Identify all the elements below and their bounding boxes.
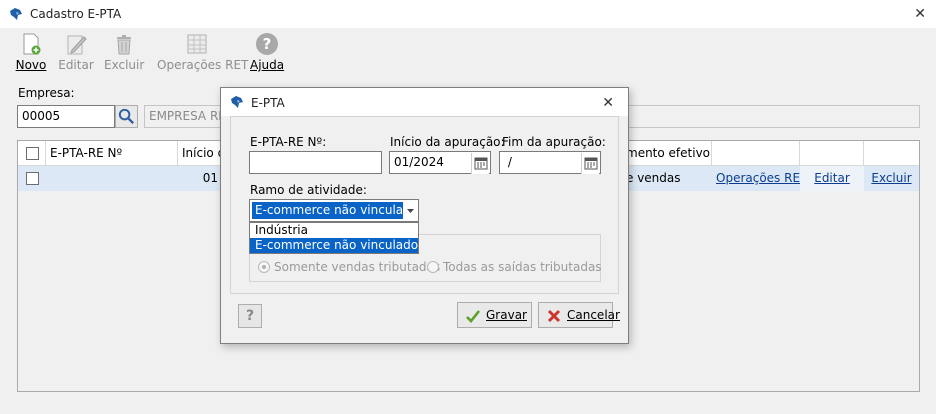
excluir-label: Excluir: [104, 58, 145, 72]
cancelar-label: Cancelar: [567, 308, 620, 322]
empresa-search-button[interactable]: [115, 105, 138, 128]
calendar-icon[interactable]: [581, 153, 599, 174]
row-inicio: 01: [202, 171, 218, 185]
col-editar: [800, 141, 864, 166]
radio-todas-saidas[interactable]: Todas as saídas tributadas: [427, 260, 602, 274]
chevron-down-icon[interactable]: [403, 200, 418, 221]
fim-apuracao-value: /: [504, 155, 512, 169]
col-epta[interactable]: E-PTA-RE Nº: [46, 141, 178, 166]
excluir-button[interactable]: Excluir: [104, 30, 144, 74]
ramo-dropdown-list: Indústria E-commerce não vinculado: [249, 222, 419, 254]
dialog-close-icon[interactable]: ✕: [602, 95, 614, 111]
cancelar-button[interactable]: Cancelar: [538, 302, 620, 328]
calendar-icon[interactable]: [471, 153, 489, 174]
dialog-title: E-PTA: [251, 96, 285, 110]
editar-label: Editar: [58, 58, 94, 72]
row-movimento: e vendas: [626, 171, 681, 185]
edit-pencil-icon: [67, 35, 87, 55]
search-icon: [118, 108, 135, 125]
col-operacoes: [712, 141, 800, 166]
row-operacoes-ret-link[interactable]: Operações RET: [712, 166, 800, 191]
ramo-atividade-select[interactable]: E-commerce não vinculado: [249, 199, 419, 222]
fim-apuracao-input[interactable]: /: [499, 151, 601, 174]
col-movimento[interactable]: mento efetivo: [622, 141, 712, 166]
window-titlebar: Cadastro E-PTA ✕: [0, 0, 936, 28]
radio-somente-vendas[interactable]: Somente vendas tributadas: [258, 260, 440, 274]
close-icon[interactable]: ✕: [914, 6, 926, 22]
inicio-apuracao-value: 01/2024: [394, 155, 444, 169]
help-icon: ?: [256, 33, 278, 55]
row-checkbox[interactable]: [26, 172, 39, 185]
col-excluir: [864, 141, 919, 166]
select-all-checkbox[interactable]: [26, 147, 39, 160]
fim-apuracao-label: Fim da apuração:: [502, 135, 606, 149]
dropdown-option-industria[interactable]: Indústria: [250, 223, 418, 238]
epta-dialog: E-PTA ✕ E-PTA-RE Nº: Início da apuração:…: [220, 87, 629, 344]
ajuda-label: Ajuda: [250, 58, 285, 72]
check-icon: [466, 310, 481, 323]
app-logo-icon: [231, 96, 243, 108]
row-editar-link[interactable]: Editar: [800, 166, 864, 191]
svg-text:?: ?: [263, 35, 272, 53]
operacoes-ret-button[interactable]: Operações RET: [157, 30, 249, 74]
novo-label: Novo: [15, 58, 47, 72]
app-logo-icon: [10, 8, 22, 20]
row-excluir-link[interactable]: Excluir: [864, 166, 919, 191]
radio-dot-icon: [258, 261, 270, 273]
window-title: Cadastro E-PTA: [30, 7, 122, 21]
gravar-label: Gravar: [486, 308, 527, 322]
dialog-titlebar: E-PTA ✕: [221, 88, 628, 116]
trash-icon: [117, 35, 131, 55]
novo-button[interactable]: Novo: [14, 30, 48, 74]
ramo-selected-value: E-commerce não vinculado: [252, 202, 403, 219]
empresa-label: Empresa:: [18, 86, 75, 100]
inicio-apuracao-label: Início da apuração:: [390, 135, 505, 149]
gravar-button[interactable]: Gravar: [457, 302, 532, 328]
ramo-atividade-label: Ramo de atividade:: [250, 183, 367, 197]
radio-todas-saidas-label: Todas as saídas tributadas: [443, 260, 602, 274]
epta-number-input[interactable]: [249, 151, 382, 174]
empresa-code-input[interactable]: 00005: [17, 105, 115, 128]
radio-somente-vendas-label: Somente vendas tributadas: [274, 260, 441, 274]
ajuda-button[interactable]: ? Ajuda: [250, 30, 284, 74]
spreadsheet-icon: [187, 34, 207, 54]
new-document-icon: [23, 33, 41, 55]
radio-dot-icon: [427, 261, 439, 273]
dropdown-option-ecommerce[interactable]: E-commerce não vinculado: [250, 238, 418, 253]
select-all-cell: [18, 141, 46, 166]
editar-button[interactable]: Editar: [58, 30, 94, 74]
operacoes-ret-label: Operações RET: [157, 58, 249, 72]
cancel-x-icon: [547, 309, 561, 323]
epta-label: E-PTA-RE Nº:: [250, 135, 327, 149]
dialog-help-button[interactable]: ?: [238, 304, 262, 328]
toolbar: Novo Editar Excluir Operações RET ? Ajud…: [0, 28, 936, 78]
inicio-apuracao-input[interactable]: 01/2024: [389, 151, 491, 174]
